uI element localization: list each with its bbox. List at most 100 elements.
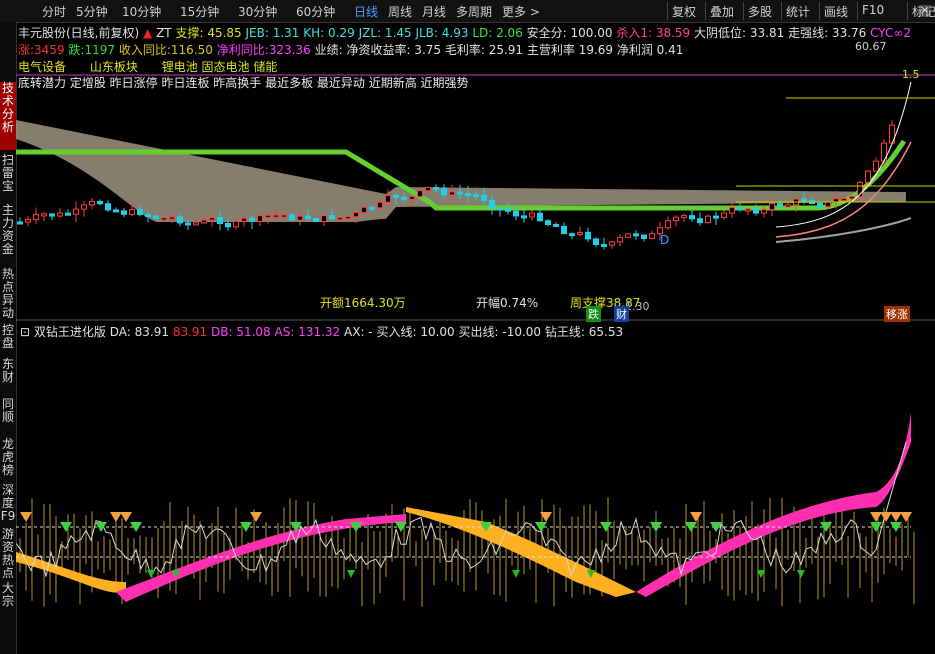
safe-score: 安全分: 100.00 (526, 26, 613, 40)
toolbar-separator (667, 2, 668, 20)
support-value: 支撑: 45.85 (175, 26, 242, 40)
candle-body (753, 208, 759, 214)
candle-body (577, 231, 583, 235)
candle-body (817, 202, 823, 208)
indicator-line (16, 441, 907, 578)
toolbar-tab-10[interactable]: 更多 > (502, 3, 540, 20)
toolbar-btn-4[interactable]: 画线 (824, 3, 848, 20)
candle-body (433, 186, 439, 190)
candle-body (489, 199, 495, 209)
down-count: 跌:1197 (68, 43, 116, 57)
jzl-value: JZL: 1.45 (358, 26, 412, 40)
sector-lithium[interactable]: 锂电池 固态电池 储能 (162, 60, 278, 74)
candle-body (113, 209, 119, 213)
sidebar-tab-3[interactable]: 热点异动 (0, 268, 16, 320)
candle-body (425, 186, 431, 192)
sidebar-tab-0[interactable]: 技术分析 (0, 82, 16, 150)
candle-body (617, 236, 623, 243)
toolbar-tab-4[interactable]: 30分钟 (238, 3, 277, 20)
toolbar-btn-1[interactable]: 叠加 (710, 3, 734, 20)
candle-body (761, 209, 767, 214)
candle-body (553, 223, 559, 227)
candle-body (689, 215, 695, 220)
candle-body (745, 208, 751, 212)
candle-body (41, 213, 47, 217)
candle-body (521, 215, 527, 219)
toolbar-separator (743, 2, 744, 20)
candle-body (233, 220, 239, 228)
toolbar-tab-8[interactable]: 月线 (422, 3, 446, 20)
candle-body (137, 209, 143, 216)
sector-electric[interactable]: 电气设备 (18, 60, 66, 74)
toolbar-btn-3[interactable]: 统计 (786, 3, 810, 20)
toolbar-btn-0[interactable]: 复权 (672, 3, 696, 20)
toolbar-tab-7[interactable]: 周线 (388, 3, 412, 20)
candle-body (841, 198, 847, 202)
candle-body (329, 215, 335, 220)
sidebar-tab-4[interactable]: 控盘 (0, 324, 16, 354)
toolbar-tab-1[interactable]: 5分钟 (76, 3, 108, 20)
indicator-header: ⊡ 双钻王进化版 DA: 83.91 83.91 DB: 51.08 AS: 1… (20, 323, 623, 340)
candle-body (105, 203, 111, 211)
sidebar-tab-6[interactable]: 同顺 (0, 398, 16, 434)
candle-body (153, 215, 159, 219)
stock-title: 丰元股份(日线,前复权) (18, 26, 140, 40)
sidebar-tab-10[interactable]: 大宗 (0, 582, 16, 618)
kill-value: 杀入1: 38.59 (616, 26, 691, 40)
candle-body (81, 204, 87, 210)
sidebar-tab-5[interactable]: 东财 (0, 358, 16, 394)
candle-body (161, 217, 167, 221)
toolbar-tab-2[interactable]: 10分钟 (122, 3, 161, 20)
candle-body (737, 207, 743, 211)
candle-body (225, 222, 231, 228)
candle-body (849, 196, 855, 200)
diamond-icon (20, 512, 32, 522)
sidebar-tab-8[interactable]: 深度F9 (0, 484, 16, 524)
toolbar-btn-5[interactable]: F10 (862, 3, 884, 17)
diamond-icon (900, 512, 912, 522)
down-arrow-icon (512, 570, 520, 578)
candle-body (441, 187, 447, 196)
indicator-name[interactable]: 双钻王进化版 (34, 325, 106, 339)
candle-body (289, 214, 295, 221)
top-toolbar: × 分时 5分钟 10分钟 15分钟 30分钟 60分钟 日线 周线 月线 多周期 更多 > 复权 叠加… (0, 0, 935, 23)
toolbar-btn-2[interactable]: 多股 (748, 3, 772, 20)
toolbar-tab-6[interactable]: 日线 (354, 3, 378, 20)
db-value: DB: 51.08 (211, 325, 271, 339)
lock-icon[interactable]: ⊡ (20, 325, 30, 339)
sidebar-tab-9[interactable]: 游资热点 (0, 528, 16, 580)
as-value: AS: 131.32 (274, 325, 341, 339)
sidebar-tab-7[interactable]: 龙虎榜 (0, 438, 16, 480)
toolbar-tab-5[interactable]: 60分钟 (296, 3, 335, 20)
toolbar-tab-3[interactable]: 15分钟 (180, 3, 219, 20)
toolbar-separator (907, 2, 908, 20)
da-value: DA: 83.91 (109, 325, 169, 339)
jlb-value: JLB: 4.93 (415, 26, 469, 40)
pink-ribbon-2 (636, 412, 911, 597)
candle-body (801, 198, 807, 202)
toolbar-btn-6[interactable]: 标记 (912, 3, 935, 20)
sector-shandong[interactable]: 山东板块 (90, 60, 138, 74)
candle-body (697, 218, 703, 224)
candle-body (625, 233, 631, 238)
candle-body (593, 238, 599, 246)
candle-body (401, 196, 407, 200)
candle-body (673, 216, 679, 222)
candle-body (449, 191, 455, 196)
candle-body (17, 221, 23, 225)
candle-body (601, 244, 607, 248)
candle-body (321, 215, 327, 223)
toolbar-tab-9[interactable]: 多周期 (456, 3, 492, 20)
candle-body (345, 216, 351, 220)
sidebar-tab-1[interactable]: 扫雷宝 (0, 154, 16, 200)
toolbar-tab-0[interactable]: 分时 (42, 3, 66, 20)
candle-body (473, 194, 479, 198)
candle-body (585, 231, 591, 240)
diamond-icon (870, 512, 882, 522)
candle-body (73, 208, 79, 215)
candle-body (641, 234, 647, 240)
sidebar-tab-2[interactable]: 主力资金 (0, 204, 16, 264)
candle-body (273, 214, 279, 218)
d-marker: D (660, 233, 670, 247)
candle-body (313, 217, 319, 223)
